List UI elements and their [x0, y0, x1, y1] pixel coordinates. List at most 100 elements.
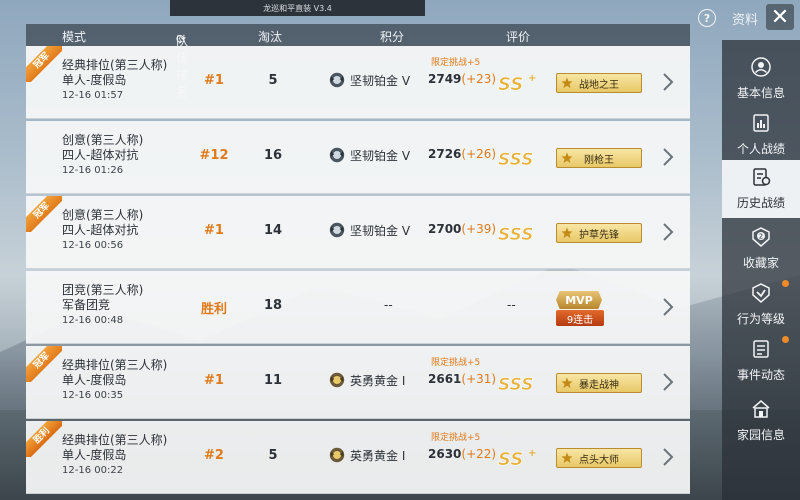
tier-info: 坚韧铂金 V: [328, 71, 410, 89]
match-time: 12-16 00:35: [62, 390, 124, 401]
tier-info: 坚韧铂金 V: [328, 146, 410, 164]
chevron-right-icon[interactable]: [660, 370, 676, 394]
sidebar-item-collector[interactable]: 2 收藏家: [722, 220, 800, 278]
mode-map: 四人-超体对抗: [62, 223, 139, 237]
challenge-bonus: 限定挑战+5: [431, 433, 481, 443]
notification-dot: [782, 280, 789, 287]
chevron-right-icon[interactable]: [660, 295, 676, 319]
badge-label: 刚枪王: [584, 154, 614, 166]
kill-count: 18: [263, 298, 283, 313]
points-delta: (+26): [461, 147, 497, 161]
grade-ss-plus-icon: SS +: [498, 448, 537, 470]
header-points: 积分: [380, 30, 405, 44]
tier-name: 坚韧铂金 V: [350, 73, 411, 88]
notification-dot: [782, 336, 789, 343]
platinum-tier-icon: [329, 72, 345, 88]
kill-count: 5: [268, 448, 278, 463]
badge-label: 战地之王: [579, 79, 619, 91]
team-rank: #1: [204, 73, 224, 88]
star-icon: [561, 152, 573, 163]
challenge-bonus: 限定挑战+5: [431, 58, 481, 68]
match-row[interactable]: 创意(第三人称) 四人-超体对抗 12-16 01:26 #12 16 坚韧铂金…: [26, 121, 690, 194]
match-row[interactable]: 冠军 创意(第三人称) 四人-超体对抗 12-16 00:56 #1 14 坚韧…: [26, 196, 690, 269]
match-row[interactable]: 冠军 经典排位(第三人称) 单人-度假岛 12-16 00:35 #1 11 限…: [26, 346, 690, 419]
winner-ribbon: 冠军: [26, 196, 62, 232]
match-mode: 经典排位(第三人称) 单人-度假岛 12-16 01:57: [62, 58, 167, 103]
sidebar-item-behavior[interactable]: 行为等级: [722, 276, 800, 334]
star-icon: [561, 452, 573, 463]
sidebar-item-label: 个人战绩: [736, 142, 785, 156]
mode-name: 经典排位(第三人称): [62, 358, 168, 372]
kill-count: 5: [268, 73, 278, 88]
table-header: 模式 ⟳队伍排名 淘汰 积分 评价: [26, 24, 690, 99]
match-row[interactable]: 团竞(第三人称) 军备团竞 12-16 00:48 胜利 18 -- -- MV…: [26, 271, 690, 344]
match-time: 12-16 00:48: [62, 315, 124, 326]
header-rating: 评价: [506, 30, 531, 44]
match-mode: 创意(第三人称) 四人-超体对抗 12-16 00:56: [62, 208, 143, 253]
history-icon: [753, 168, 771, 186]
sidebar-item-personal-stats[interactable]: 个人战绩: [722, 106, 800, 164]
sidebar-item-home[interactable]: 家园信息: [722, 392, 800, 450]
help-button[interactable]: ?: [698, 9, 716, 27]
sidebar-nav: 基本信息 个人战绩 历史战绩 2 收藏家 行为等级 事件动态 家园信息: [722, 40, 800, 500]
svg-text:+: +: [528, 73, 536, 84]
chevron-right-icon[interactable]: [660, 70, 676, 94]
events-icon: [753, 340, 769, 358]
title-badge: 刚枪王: [556, 148, 642, 168]
star-icon: [561, 227, 573, 238]
mode-name: 经典排位(第三人称): [62, 58, 168, 72]
team-rank: #2: [204, 448, 224, 463]
chevron-right-icon[interactable]: [660, 445, 676, 469]
header-kills: 淘汰: [258, 30, 283, 44]
team-rank: #12: [199, 148, 229, 163]
mode-map: 军备团竞: [62, 298, 111, 312]
match-time: 12-16 00:22: [62, 465, 124, 476]
svg-text:SSS: SSS: [498, 225, 534, 245]
match-row[interactable]: 胜利 经典排位(第三人称) 单人-度假岛 12-16 00:22 #2 5 限定…: [26, 421, 690, 494]
title-badge: 点头大师: [556, 448, 642, 468]
mode-name: 经典排位(第三人称): [62, 433, 168, 447]
chevron-right-icon[interactable]: [660, 220, 676, 244]
kill-count: 16: [263, 148, 283, 163]
gold-tier-icon: [329, 447, 345, 463]
match-row[interactable]: 冠军 经典排位(第三人称) 单人-度假岛 12-16 01:57 #1 5 限定…: [26, 46, 690, 119]
data-tab-title[interactable]: 资料: [732, 9, 758, 28]
points-value: 2630: [428, 447, 462, 461]
points-score: 2661(+31): [428, 372, 496, 386]
sidebar-item-basic-info[interactable]: 基本信息: [722, 50, 800, 108]
platinum-tier-icon: [329, 222, 345, 238]
match-mode: 团竞(第三人称) 军备团竞 12-16 00:48: [62, 283, 143, 328]
svg-text:+: +: [528, 448, 536, 459]
match-time: 12-16 00:56: [62, 240, 124, 251]
svg-text:SSS: SSS: [498, 375, 534, 395]
points-delta: (+22): [461, 447, 497, 461]
profile-icon: [751, 57, 771, 77]
points-score: 2700(+39): [428, 222, 496, 236]
challenge-bonus: 限定挑战+5: [431, 358, 481, 368]
mode-name: 创意(第三人称): [62, 208, 144, 222]
rating-empty: --: [507, 298, 516, 312]
tier-name: 坚韧铂金 V: [350, 223, 411, 238]
winner-ribbon: 冠军: [26, 46, 62, 82]
points-delta: (+23): [461, 72, 497, 86]
chevron-right-icon[interactable]: [660, 145, 676, 169]
tier-name: 坚韧铂金 V: [350, 148, 411, 163]
points-value: 2726: [428, 147, 462, 161]
victory-ribbon: 胜利: [26, 421, 62, 457]
match-mode: 经典排位(第三人称) 单人-度假岛 12-16 00:35: [62, 358, 167, 403]
svg-text:SS: SS: [498, 74, 523, 95]
sidebar-item-events[interactable]: 事件动态: [722, 332, 800, 390]
sidebar-item-history[interactable]: 历史战绩: [722, 160, 800, 218]
points-score: 2749(+23): [428, 72, 496, 86]
points-delta: (+31): [461, 372, 497, 386]
match-mode: 创意(第三人称) 四人-超体对抗 12-16 01:26: [62, 133, 143, 178]
version-banner: 龙巡和平直装 V3.4: [170, 0, 425, 16]
title-badge: 护草先锋: [556, 223, 642, 243]
kill-count: 14: [263, 223, 283, 238]
team-result: 胜利: [200, 302, 227, 317]
close-button[interactable]: ✕: [766, 4, 794, 30]
mvp-badge: MVP: [556, 291, 602, 309]
grade-sss-icon: SSS: [498, 375, 534, 395]
badge-label: 护草先锋: [579, 229, 619, 241]
match-mode: 经典排位(第三人称) 单人-度假岛 12-16 00:22: [62, 433, 167, 478]
